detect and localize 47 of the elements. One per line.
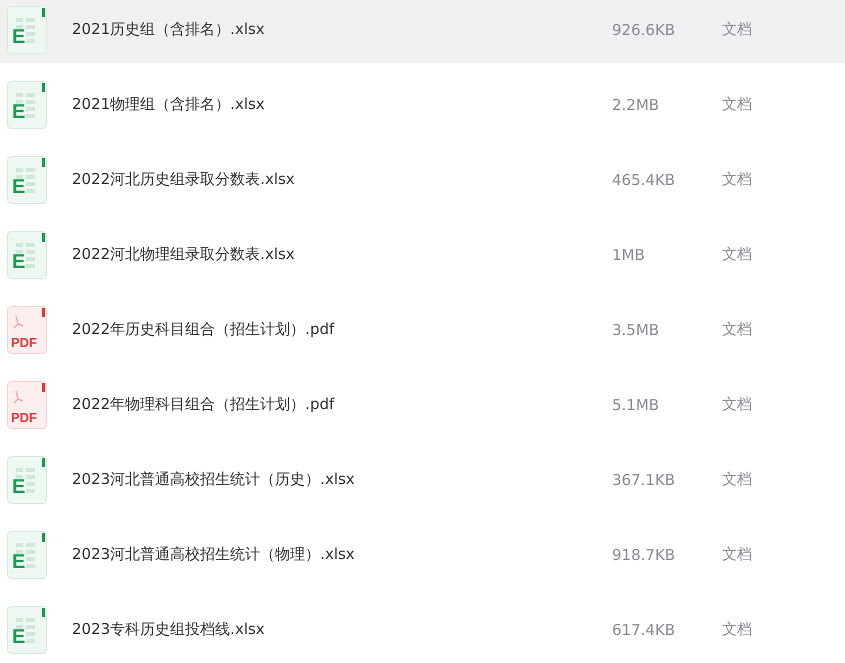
file-size: 3.5MB [612, 320, 660, 338]
file-name: 2021历史组（含排名）.xlsx [72, 20, 266, 39]
icon-label: E [12, 102, 26, 122]
file-row[interactable]: PDF 2022年历史科目组合（招生计划）.pdf 3.5MB 文档 [0, 296, 845, 363]
file-size: 918.7KB [612, 546, 676, 564]
file-size: 926.6KB [612, 20, 676, 38]
file-size: 2.2MB [612, 96, 660, 114]
file-name: 2021物理组（含排名）.xlsx [72, 95, 266, 114]
file-name: 2022河北物理组录取分数表.xlsx [72, 245, 296, 264]
file-row[interactable]: E 2022河北历史组录取分数表.xlsx 465.4KB 文档 [0, 146, 845, 213]
file-size: 1MB [612, 246, 646, 264]
file-type: 文档 [722, 170, 752, 189]
file-name: 2022年历史科目组合（招生计划）.pdf [72, 320, 336, 339]
file-row[interactable]: E 2022河北物理组录取分数表.xlsx 1MB 文档 [0, 221, 845, 288]
file-type: 文档 [722, 20, 752, 39]
pdf-symbol-icon [13, 390, 24, 404]
file-type: 文档 [722, 245, 752, 264]
file-row[interactable]: PDF 2022年物理科目组合（招生计划）.pdf 5.1MB 文档 [0, 371, 845, 438]
file-size: 367.1KB [612, 470, 676, 488]
file-type: 文档 [722, 95, 752, 114]
file-name: 2022年物理科目组合（招生计划）.pdf [72, 395, 336, 414]
file-row[interactable]: E 2023河北普通高校招生统计（物理）.xlsx 918.7KB 文档 [0, 521, 845, 588]
icon-label: E [12, 552, 26, 572]
icon-label: E [12, 176, 26, 196]
file-row[interactable]: E 2023专科历史组投档线.xlsx 617.4KB 文档 [0, 596, 845, 663]
file-name: 2022河北历史组录取分数表.xlsx [72, 170, 296, 189]
file-row[interactable]: E 2021历史组（含排名）.xlsx 926.6KB 文档 [0, 0, 845, 63]
pdf-symbol-icon [13, 314, 24, 328]
file-row[interactable]: E 2023河北普通高校招生统计（历史）.xlsx 367.1KB 文档 [0, 446, 845, 513]
file-name: 2023河北普通高校招生统计（物理）.xlsx [72, 545, 356, 564]
file-size: 617.4KB [612, 620, 676, 638]
file-type: 文档 [722, 470, 752, 489]
file-type: 文档 [722, 620, 752, 639]
icon-label: E [12, 476, 26, 496]
icon-label: PDF [11, 336, 37, 348]
icon-label: E [12, 26, 26, 46]
file-type: 文档 [722, 545, 752, 564]
file-size: 465.4KB [612, 170, 676, 188]
icon-label: PDF [11, 410, 37, 424]
file-name: 2023河北普通高校招生统计（历史）.xlsx [72, 470, 356, 489]
file-type: 文档 [722, 395, 752, 414]
icon-label: E [12, 626, 26, 646]
file-type: 文档 [722, 320, 752, 339]
file-name: 2023专科历史组投档线.xlsx [72, 620, 266, 639]
icon-label: E [12, 252, 26, 272]
file-size: 5.1MB [612, 396, 660, 414]
file-row[interactable]: E 2021物理组（含排名）.xlsx 2.2MB 文档 [0, 71, 845, 138]
